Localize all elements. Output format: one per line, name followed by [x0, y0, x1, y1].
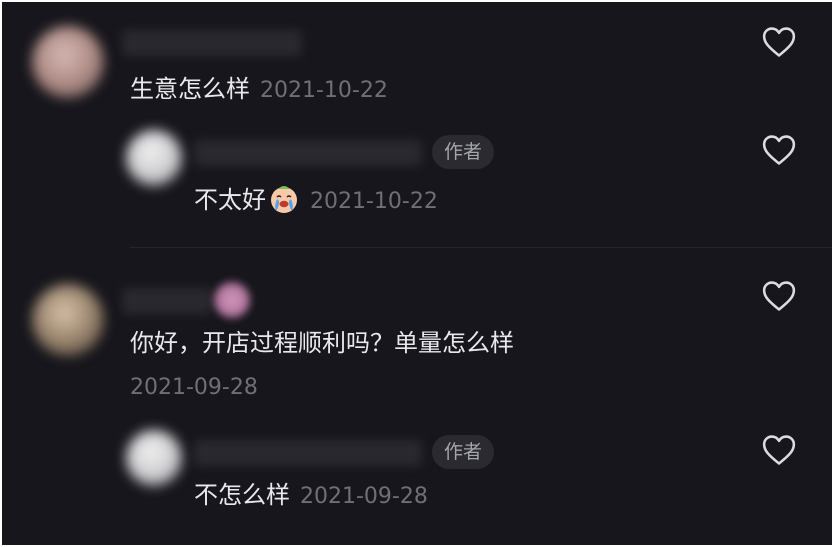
heart-outline-icon[interactable] [762, 280, 796, 312]
reply-date: 2021-09-28 [300, 484, 428, 509]
crying-face-emoji [271, 186, 297, 213]
reply-content[interactable]: 不太好 2021-10-22 [194, 182, 438, 217]
name-decoration-icon [214, 282, 250, 318]
avatar[interactable] [126, 430, 182, 486]
comment-text[interactable]: 你好，开店过程顺利吗？单量怎么样 [130, 328, 514, 358]
username-redacted[interactable] [194, 140, 422, 166]
comment-text: 生意怎么样 [130, 75, 250, 103]
username-redacted[interactable] [194, 440, 422, 466]
username-redacted[interactable] [122, 288, 212, 314]
heart-outline-icon[interactable] [762, 26, 796, 58]
heart-outline-icon[interactable] [762, 134, 796, 166]
author-badge: 作者 [432, 135, 495, 169]
reply-content[interactable]: 不怎么样 2021-09-28 [194, 480, 428, 512]
avatar[interactable] [32, 284, 104, 356]
comment-date: 2021-10-22 [260, 78, 388, 103]
comment-date: 2021-09-28 [130, 375, 258, 400]
reply-text: 不太好 [194, 186, 266, 214]
avatar[interactable] [126, 130, 182, 186]
avatar[interactable] [32, 26, 104, 98]
comment-list: 生意怎么样 2021-10-22 作者 不太好 2021-10-22 你好，开店… [2, 2, 832, 545]
username-redacted[interactable] [122, 30, 302, 56]
author-badge: 作者 [432, 435, 495, 469]
comment-content[interactable]: 生意怎么样 2021-10-22 [130, 74, 388, 106]
reply-text: 不怎么样 [194, 481, 290, 509]
reply-date: 2021-10-22 [310, 189, 438, 214]
divider [130, 247, 832, 248]
heart-outline-icon[interactable] [762, 434, 796, 466]
